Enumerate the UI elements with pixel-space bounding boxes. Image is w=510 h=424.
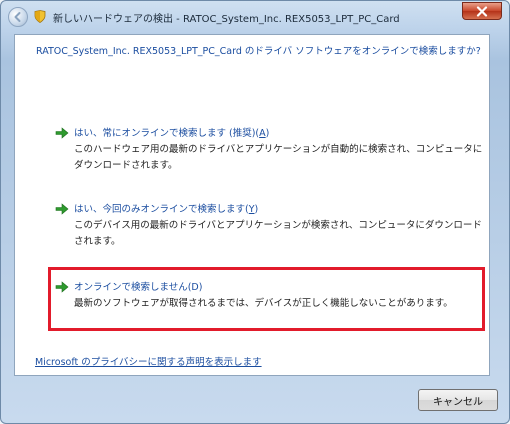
option-title[interactable]: はい、常にオンラインで検索します (推奨)(A) (74, 125, 269, 139)
green-arrow-icon (55, 203, 69, 215)
title-bar: 新しいハードウェアの検出 - RATOC_System_Inc. REX5053… (1, 1, 509, 31)
option-title[interactable]: オンラインで検索しません(D) (74, 279, 202, 293)
option-title-prefix: オンラインで検索しません(D) (74, 282, 203, 293)
option-title-prefix: はい、常にオンラインで検索します (推奨)( (74, 128, 260, 139)
close-button[interactable] (462, 2, 502, 20)
close-icon (476, 5, 488, 17)
window-title: 新しいハードウェアの検出 - RATOC_System_Inc. REX5053… (53, 14, 400, 25)
option-title-suffix: ) (254, 204, 259, 215)
option-description: 最新のソフトウェアが取得されるまでは、デバイスが正しく機能しないことがあります。 (74, 298, 453, 309)
green-arrow-icon (55, 127, 69, 139)
option-title-suffix: ) (265, 128, 270, 139)
green-arrow-icon (55, 281, 69, 293)
cancel-button[interactable]: キャンセル (418, 389, 498, 411)
back-button[interactable] (8, 7, 28, 27)
back-arrow-icon (14, 12, 21, 22)
dialog-window: 新しいハードウェアの検出 - RATOC_System_Inc. REX5053… (0, 0, 510, 424)
dialog-content: RATOC_System_Inc. REX5053_LPT_PC_Card のド… (14, 34, 490, 376)
option-description: このハードウェア用の最新のドライバとアプリケーションが自動的に検索され、コンピュ… (74, 144, 483, 171)
intro-text: RATOC_System_Inc. REX5053_LPT_PC_Card のド… (36, 46, 481, 57)
option-title-prefix: はい、今回のみオンラインで検索します( (74, 204, 249, 215)
security-shield-icon (34, 10, 46, 23)
privacy-statement-link[interactable]: Microsoft のプライバシーに関する声明を表示します (35, 354, 262, 368)
option-description: このデバイス用の最新のドライバとアプリケーションが検索され、コンピュータにダウン… (74, 220, 482, 247)
option-title[interactable]: はい、今回のみオンラインで検索します(Y) (74, 201, 258, 215)
